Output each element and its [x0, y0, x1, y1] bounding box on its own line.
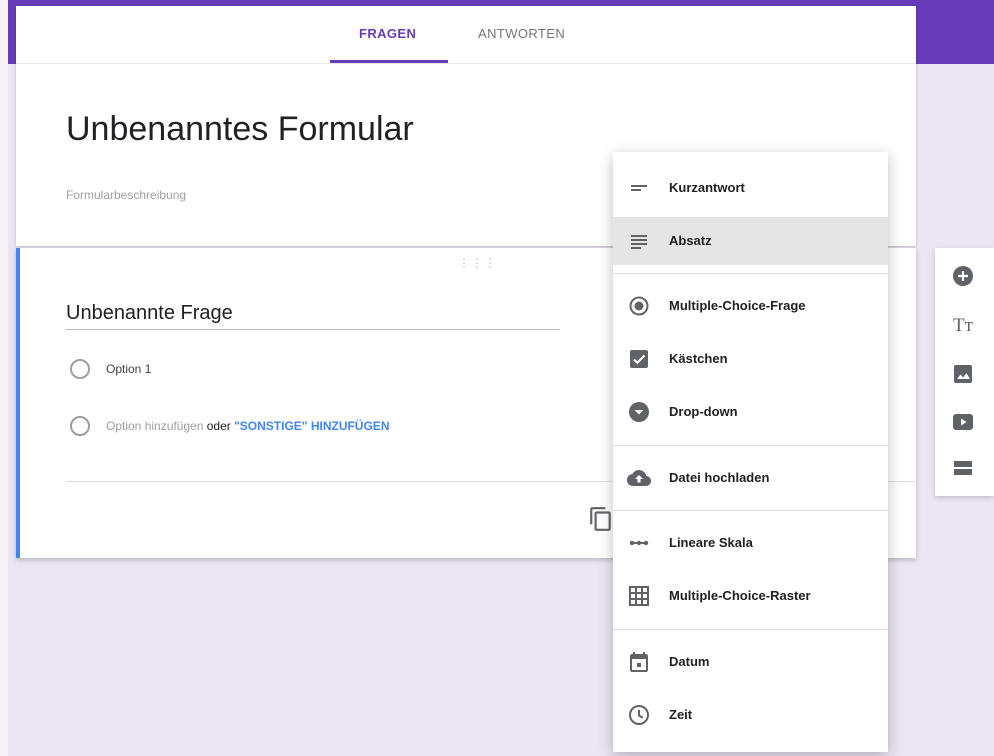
paragraph-icon: [631, 235, 647, 249]
menu-item-label: Kurzantwort: [669, 180, 745, 195]
active-tab-indicator: [330, 60, 448, 63]
copy-icon[interactable]: [588, 506, 614, 532]
menu-item-multiple-choice[interactable]: Multiple-Choice-Frage: [613, 282, 888, 330]
form-title[interactable]: Unbenanntes Formular: [66, 110, 414, 149]
menu-item-label: Kästchen: [669, 351, 728, 366]
radio-button-icon: [629, 296, 649, 316]
short-text-icon: [631, 185, 647, 191]
form-description[interactable]: Formularbeschreibung: [66, 188, 186, 202]
tab-responses[interactable]: ANTWORTEN: [478, 26, 565, 41]
grid-icon: [629, 586, 649, 606]
or-text: oder: [203, 419, 235, 433]
checkbox-icon: [630, 350, 648, 368]
menu-item-paragraph[interactable]: Absatz: [613, 217, 888, 265]
calendar-icon: [630, 652, 648, 672]
menu-item-choice-grid[interactable]: Multiple-Choice-Raster: [613, 572, 888, 620]
menu-item-label: Multiple-Choice-Frage: [669, 298, 806, 313]
menu-item-short-answer[interactable]: Kurzantwort: [613, 164, 888, 212]
question-title[interactable]: Unbenannte Frage: [66, 302, 233, 325]
image-icon[interactable]: [951, 362, 975, 386]
menu-divider: [613, 510, 888, 511]
menu-item-time[interactable]: Zeit: [613, 691, 888, 739]
add-option-radio-icon: [70, 416, 90, 436]
menu-divider: [613, 629, 888, 630]
menu-item-linear-scale[interactable]: Lineare Skala: [613, 519, 888, 567]
add-circle-icon[interactable]: [951, 264, 975, 288]
menu-divider: [613, 273, 888, 274]
menu-item-label: Absatz: [669, 233, 712, 248]
menu-item-file-upload[interactable]: Datei hochladen: [613, 454, 888, 502]
menu-item-label: Multiple-Choice-Raster: [669, 588, 811, 603]
video-icon[interactable]: [951, 410, 975, 434]
linear-scale-icon: [629, 540, 649, 546]
add-other-link[interactable]: "SONSTIGE" HINZUFÜGEN: [234, 419, 389, 433]
tab-questions[interactable]: FRAGEN: [359, 26, 416, 41]
menu-item-dropdown[interactable]: Drop-down: [613, 388, 888, 436]
menu-item-checkboxes[interactable]: Kästchen: [613, 335, 888, 383]
title-text-icon[interactable]: Tт: [951, 314, 975, 338]
question-title-underline: [66, 329, 560, 330]
question-type-menu: Kurzantwort Absatz Multiple-Choice-Frage…: [613, 152, 888, 752]
menu-item-label: Datei hochladen: [669, 470, 770, 485]
menu-item-label: Datum: [669, 654, 710, 669]
menu-item-label: Lineare Skala: [669, 535, 753, 550]
floating-toolbar: Tт: [935, 248, 994, 496]
menu-item-label: Drop-down: [669, 404, 738, 419]
menu-item-label: Zeit: [669, 707, 693, 722]
option-1-radio-icon[interactable]: [70, 359, 90, 379]
clock-icon: [629, 705, 649, 725]
dropdown-icon: [629, 402, 649, 422]
add-option-row: Option hinzufügen oder "SONSTIGE" HINZUF…: [106, 419, 389, 433]
menu-item-date[interactable]: Datum: [613, 638, 888, 686]
menu-divider: [613, 445, 888, 446]
option-1-label[interactable]: Option 1: [106, 362, 151, 376]
page-edge: [0, 0, 8, 756]
cloud-upload-icon: [627, 470, 651, 486]
add-option-link[interactable]: Option hinzufügen: [106, 419, 203, 433]
drag-handle-icon[interactable]: ⋮⋮⋮: [458, 256, 497, 270]
tab-bar: FRAGEN ANTWORTEN: [16, 6, 916, 64]
section-icon[interactable]: [951, 456, 975, 480]
